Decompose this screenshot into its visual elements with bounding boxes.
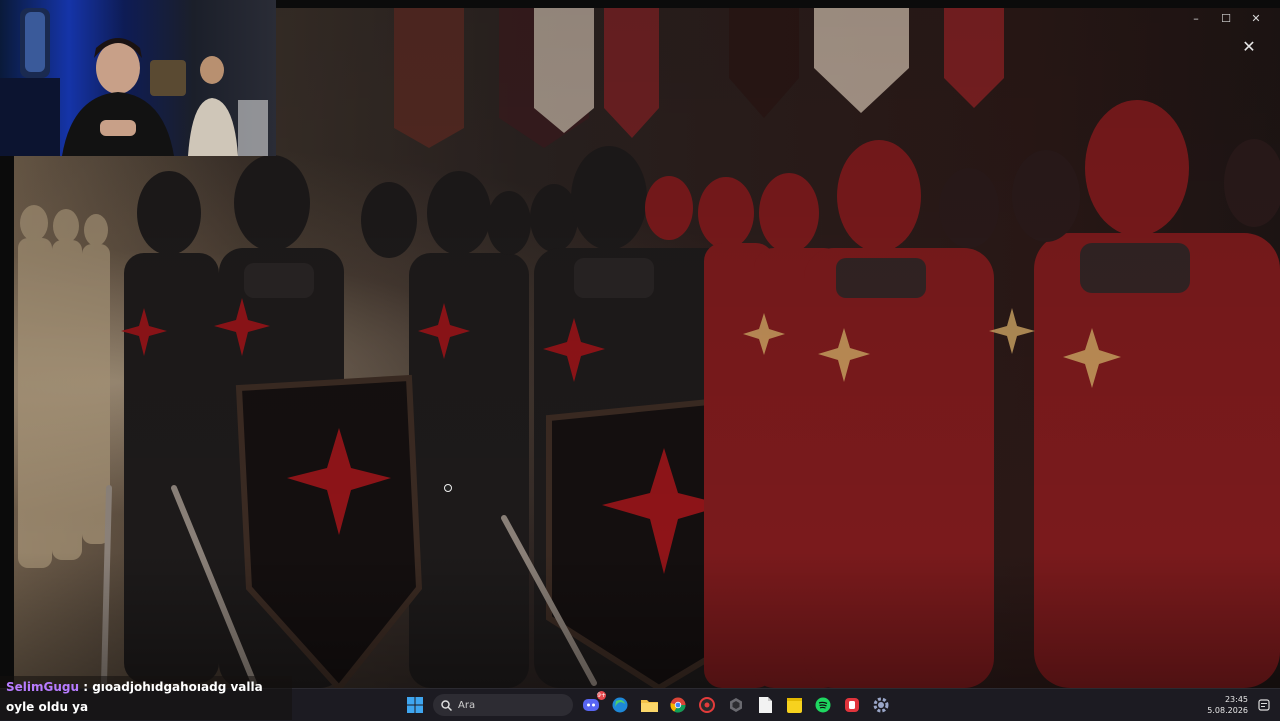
file-button[interactable] (754, 694, 776, 716)
maximize-button[interactable]: ☐ (1220, 12, 1232, 25)
window-controls: – ☐ ✕ (1190, 12, 1262, 25)
webcam-overlay (0, 0, 276, 156)
discord-badge: 9+ (597, 691, 606, 700)
chat-username: SelimGugu (6, 680, 80, 694)
discord-button[interactable]: 9+ (580, 691, 606, 716)
start-icon (407, 697, 423, 713)
mouse-cursor (444, 484, 452, 492)
search-icon (441, 699, 452, 711)
file-explorer-icon (640, 700, 658, 712)
pink-app-button[interactable] (841, 694, 863, 716)
clock[interactable]: 23:45 5.08.2026 (1207, 694, 1248, 716)
viewer-close-button[interactable]: ✕ (1238, 36, 1260, 58)
minimize-button[interactable]: – (1190, 12, 1202, 25)
search-placeholder: Ara (458, 699, 476, 711)
settings-icon (873, 697, 889, 713)
chat-message: SelimGugu : gıoadjohıdgahoıadg valla oyl… (0, 676, 292, 720)
clock-date: 5.08.2026 (1207, 706, 1248, 715)
notification-icon[interactable] (1258, 699, 1270, 711)
webcam-feed (0, 8, 268, 156)
taskbar-search[interactable]: Ara (433, 694, 573, 716)
discord-icon (583, 699, 599, 711)
chrome-icon (670, 697, 686, 713)
app-hex-icon (730, 698, 742, 712)
close-window-button[interactable]: ✕ (1250, 12, 1262, 25)
taskbar-apps: Ara 9+ (404, 689, 892, 721)
system-tray: 23:45 5.08.2026 (1207, 689, 1280, 721)
file-icon (758, 697, 772, 713)
edge-button[interactable] (609, 694, 631, 716)
chrome-button[interactable] (667, 694, 689, 716)
start-button[interactable] (404, 694, 426, 716)
sticky-notes-button[interactable] (783, 694, 805, 716)
edge-icon (612, 697, 628, 713)
spotify-icon (815, 697, 831, 713)
spotify-button[interactable] (812, 694, 834, 716)
file-explorer-button[interactable] (638, 694, 660, 716)
app-pink-icon (845, 698, 859, 712)
app-red-icon (699, 697, 715, 713)
hex-app-button[interactable] (725, 694, 747, 716)
red-app-button[interactable] (696, 694, 718, 716)
settings-button[interactable] (870, 694, 892, 716)
clock-time: 23:45 (1224, 695, 1248, 704)
chat-separator: : (79, 680, 93, 694)
sticky-notes-icon (786, 697, 802, 713)
